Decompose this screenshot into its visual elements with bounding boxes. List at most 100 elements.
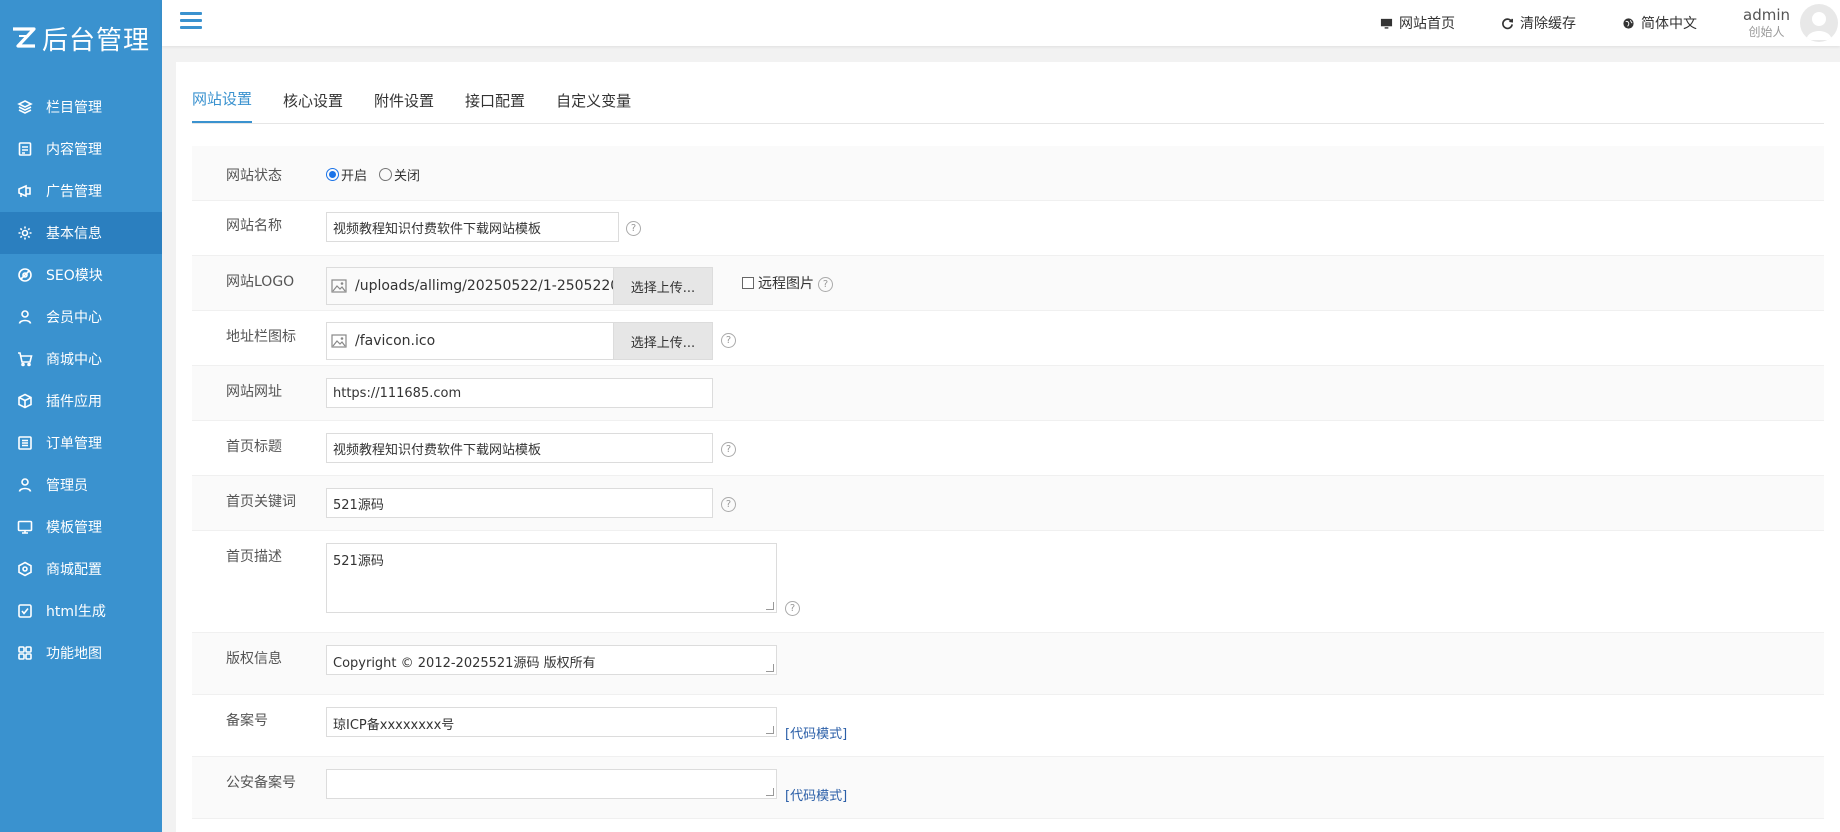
sidebar-item-label: 订单管理 (46, 436, 102, 452)
status-on-label: 开启 (341, 169, 368, 184)
tab-site-settings[interactable]: 网站设置 (192, 83, 253, 123)
monitor-icon (16, 518, 34, 536)
status-off-radio[interactable] (379, 168, 393, 181)
keywords-label: 首页关键词 (226, 494, 296, 510)
sidebar-item-orders[interactable]: 订单管理 (0, 422, 162, 464)
sidebar-item-admins[interactable]: 管理员 (0, 464, 162, 506)
sidebar-item-templates[interactable]: 模板管理 (0, 506, 162, 548)
help-icon[interactable]: ? (818, 277, 833, 292)
sidebar-item-html-gen[interactable]: html生成 (0, 590, 162, 632)
status-on-radio[interactable] (326, 168, 339, 181)
cube-icon (16, 392, 34, 410)
help-icon[interactable]: ? (721, 497, 736, 512)
sidebar-item-label: 功能地图 (46, 646, 102, 662)
logo-label: 网站LOGO (226, 274, 295, 290)
main-panel: 网站设置 核心设置 附件设置 接口配置 自定义变量 网站状态 开启 关闭 网站名… (176, 62, 1840, 832)
favicon-upload: /favicon.ico 选择上传... (326, 322, 713, 360)
favicon-upload-button[interactable]: 选择上传... (613, 322, 713, 360)
home-keywords-input[interactable]: 521源码 (326, 488, 713, 518)
grid-icon (16, 644, 34, 662)
form-row-icp: 备案号 琼ICP备xxxxxxxx号 [代码模式] (192, 695, 1824, 757)
form-row-description: 首页描述 521源码 ? (192, 531, 1824, 633)
status-label: 网站状态 (226, 168, 282, 184)
home-description-textarea[interactable]: 521源码 (326, 543, 777, 613)
police-code-mode-link[interactable]: [代码模式] (785, 785, 847, 804)
logo[interactable]: 后台管理 (0, 0, 162, 76)
sidebar-item-column[interactable]: 栏目管理 (0, 86, 162, 128)
sidebar-nav: 栏目管理 内容管理 广告管理 基本信息 SEO模块 会员中心 商城中心 插件应用… (0, 86, 162, 674)
help-icon[interactable]: ? (721, 333, 736, 348)
sidebar-item-plugins[interactable]: 插件应用 (0, 380, 162, 422)
language-switch[interactable]: 简体中文 (1622, 13, 1697, 33)
sidebar-item-label: 商城配置 (46, 562, 102, 578)
form-row-favicon: 地址栏图标 /favicon.ico 选择上传... ? (192, 311, 1824, 366)
police-label: 公安备案号 (226, 775, 296, 791)
favicon-path-input[interactable]: /favicon.ico (326, 322, 613, 360)
language-label: 简体中文 (1641, 16, 1697, 32)
sidebar-item-basic-info[interactable]: 基本信息 (0, 212, 162, 254)
help-icon[interactable]: ? (626, 221, 641, 236)
site-url-input[interactable]: https://111685.com (326, 378, 713, 408)
form-row-copyright: 版权信息 Copyright © 2012-2025521源码 版权所有 (192, 633, 1824, 695)
sidebar-item-label: 广告管理 (46, 184, 102, 200)
sidebar-item-label: html生成 (46, 604, 106, 620)
monitor-icon (1380, 18, 1393, 29)
sidebar-item-content[interactable]: 内容管理 (0, 128, 162, 170)
sidebar: 后台管理 栏目管理 内容管理 广告管理 基本信息 SEO模块 会员中心 商城中心… (0, 0, 162, 832)
sidebar-item-ads[interactable]: 广告管理 (0, 170, 162, 212)
sidebar-item-label: 内容管理 (46, 142, 102, 158)
settings-form: 网站状态 开启 关闭 网站名称 视频教程知识付费软件下载网站模板 ? 网站LOG… (192, 146, 1824, 819)
logo-upload-button[interactable]: 选择上传... (613, 267, 713, 305)
tab-api-config[interactable]: 接口配置 (465, 83, 525, 123)
logo-path-input[interactable]: /uploads/allimg/20250522/1-2505220UF0 (326, 267, 613, 305)
form-row-title: 首页标题 视频教程知识付费软件下载网站模板 ? (192, 421, 1824, 476)
form-row-keywords: 首页关键词 521源码 ? (192, 476, 1824, 531)
document-icon (16, 140, 34, 158)
megaphone-icon (16, 182, 34, 200)
menu-toggle-icon[interactable] (180, 12, 202, 32)
settings-tabs: 网站设置 核心设置 附件设置 接口配置 自定义变量 (192, 62, 1824, 124)
cart-icon (16, 350, 34, 368)
logo-z-icon (10, 24, 38, 52)
title-label: 首页标题 (226, 439, 282, 455)
form-row-status: 网站状态 开启 关闭 (192, 146, 1824, 201)
user-role: 创始人 (1748, 24, 1785, 39)
tab-core-settings[interactable]: 核心设置 (283, 83, 343, 123)
home-title-input[interactable]: 视频教程知识付费软件下载网站模板 (326, 433, 713, 463)
copyright-textarea[interactable]: Copyright © 2012-2025521源码 版权所有 (326, 645, 777, 675)
form-row-logo: 网站LOGO /uploads/allimg/20250522/1-250522… (192, 256, 1824, 311)
copyright-label: 版权信息 (226, 651, 282, 667)
status-off-label: 关闭 (394, 169, 421, 184)
icp-textarea[interactable]: 琼ICP备xxxxxxxx号 (326, 707, 777, 737)
user-info[interactable]: admin 创始人 (1743, 7, 1790, 39)
sidebar-item-feature-map[interactable]: 功能地图 (0, 632, 162, 674)
image-icon (331, 334, 347, 348)
sidebar-item-seo[interactable]: SEO模块 (0, 254, 162, 296)
icp-label: 备案号 (226, 713, 268, 729)
tab-custom-variables[interactable]: 自定义变量 (556, 83, 631, 123)
sidebar-item-shop-config[interactable]: 商城配置 (0, 548, 162, 590)
sidebar-item-label: 模板管理 (46, 520, 102, 536)
site-home-link[interactable]: 网站首页 (1380, 13, 1455, 33)
icp-code-mode-link[interactable]: [代码模式] (785, 723, 847, 742)
police-textarea[interactable] (326, 769, 777, 799)
url-label: 网站网址 (226, 384, 282, 400)
sidebar-item-members[interactable]: 会员中心 (0, 296, 162, 338)
list-icon (16, 434, 34, 452)
description-label: 首页描述 (226, 549, 282, 565)
remote-image-checkbox[interactable] (742, 277, 754, 289)
remote-image-option: 远程图片 (742, 273, 814, 293)
name-label: 网站名称 (226, 218, 282, 234)
top-header: 网站首页 清除缓存 简体中文 admin 创始人 (162, 0, 1840, 46)
sidebar-item-label: 商城中心 (46, 352, 102, 368)
avatar-icon (1806, 12, 1832, 40)
tab-attachment-settings[interactable]: 附件设置 (374, 83, 434, 123)
hexagon-icon (16, 560, 34, 578)
sidebar-item-label: 栏目管理 (46, 100, 102, 116)
site-name-input[interactable]: 视频教程知识付费软件下载网站模板 (326, 212, 619, 242)
sidebar-item-shop[interactable]: 商城中心 (0, 338, 162, 380)
avatar[interactable] (1800, 4, 1838, 42)
help-icon[interactable]: ? (785, 601, 800, 616)
clear-cache-link[interactable]: 清除缓存 (1501, 13, 1576, 33)
help-icon[interactable]: ? (721, 442, 736, 457)
